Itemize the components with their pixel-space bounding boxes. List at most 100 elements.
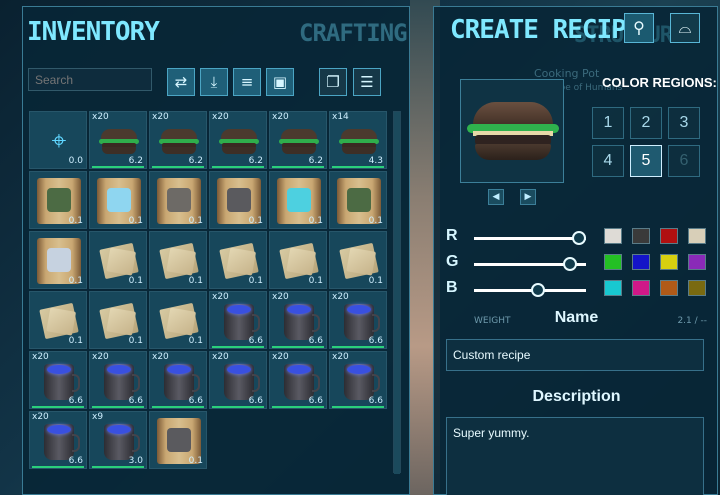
inventory-slot[interactable]: 0.1: [269, 231, 327, 289]
inventory-slot[interactable]: x20 6.6: [29, 351, 87, 409]
color-swatch[interactable]: [660, 254, 678, 270]
preview-next-button[interactable]: ▶: [520, 189, 536, 205]
new-folder-button[interactable]: ▣: [266, 68, 294, 96]
note-icon: [159, 242, 199, 280]
folder-icon: ▣: [272, 73, 288, 91]
drop-icon: ⤓: [210, 73, 218, 91]
inventory-slot[interactable]: x20 6.6: [329, 351, 387, 409]
inventory-slot[interactable]: 0.1: [149, 171, 207, 229]
inventory-slot[interactable]: 0.1: [89, 171, 147, 229]
color-swatch[interactable]: [604, 280, 622, 296]
item-weight: 0.1: [368, 216, 383, 226]
slider-label-b: B: [446, 279, 458, 296]
inventory-slot[interactable]: 0.1: [89, 231, 147, 289]
tab-crafting[interactable]: CRAFTING: [299, 19, 408, 47]
inventory-slot[interactable]: x20 6.6: [89, 351, 147, 409]
color-swatch[interactable]: [688, 254, 706, 270]
slider-handle[interactable]: [530, 283, 545, 297]
search-input[interactable]: [28, 68, 152, 91]
transfer-icon: ⇄: [174, 73, 188, 91]
inventory-slot[interactable]: x20 6.6: [209, 291, 267, 349]
inventory-slot[interactable]: x20 6.6: [149, 351, 207, 409]
stack-view-button[interactable]: ❐: [319, 68, 347, 96]
item-quantity: x20: [212, 292, 229, 302]
recipe-description-input[interactable]: Super yummy.: [446, 417, 704, 495]
color-swatch[interactable]: [604, 254, 622, 270]
item-weight: 0.1: [188, 456, 203, 466]
slider-b[interactable]: [474, 283, 586, 297]
drink-recipe-button[interactable]: ⌓: [670, 13, 700, 43]
color-region-button[interactable]: 5: [630, 145, 662, 177]
color-region-button[interactable]: 3: [668, 107, 700, 139]
item-weight: 0.1: [68, 336, 83, 346]
inventory-slot[interactable]: ⌖ 0.0: [29, 111, 87, 169]
cup-icon: [224, 304, 260, 340]
preview-prev-button[interactable]: ◀: [488, 189, 504, 205]
color-swatch[interactable]: [660, 228, 678, 244]
inventory-slot[interactable]: 0.1: [29, 171, 87, 229]
item-durability-bar: [152, 406, 204, 408]
item-quantity: x20: [92, 352, 109, 362]
color-swatch[interactable]: [688, 228, 706, 244]
color-swatch[interactable]: [688, 280, 706, 296]
cup-icon: [44, 424, 80, 460]
note-icon: [99, 242, 139, 280]
inventory-slot[interactable]: 0.1: [29, 231, 87, 289]
color-region-button[interactable]: 4: [592, 145, 624, 177]
inventory-slot[interactable]: x20 6.2: [89, 111, 147, 169]
slider-r[interactable]: [474, 231, 587, 245]
inventory-slot[interactable]: x20 6.2: [149, 111, 207, 169]
inventory-slot[interactable]: x20 6.2: [209, 111, 267, 169]
inventory-slot[interactable]: x9 3.0: [89, 411, 147, 469]
recipe-name-input[interactable]: Custom recipe: [446, 339, 704, 371]
burger-icon: [339, 129, 379, 155]
color-swatch[interactable]: [632, 228, 650, 244]
inventory-slot[interactable]: 0.1: [209, 171, 267, 229]
inventory-slot[interactable]: 0.1: [149, 231, 207, 289]
item-quantity: x20: [32, 352, 49, 362]
item-weight: 0.1: [68, 276, 83, 286]
inventory-scrollbar[interactable]: [393, 111, 401, 474]
item-weight: 6.6: [128, 396, 143, 406]
inventory-slot[interactable]: 0.1: [149, 411, 207, 469]
color-region-button[interactable]: 1: [592, 107, 624, 139]
inventory-slot[interactable]: x20 6.6: [269, 291, 327, 349]
sort-button[interactable]: ≡: [233, 68, 261, 96]
inventory-slot[interactable]: 0.1: [29, 291, 87, 349]
slider-handle[interactable]: [563, 257, 578, 271]
cup-icon: [44, 364, 80, 400]
cup-icon: ⌓: [678, 18, 692, 37]
inventory-slot[interactable]: 0.1: [329, 171, 387, 229]
inventory-slot[interactable]: 0.1: [269, 171, 327, 229]
inventory-slot[interactable]: x20 6.6: [29, 411, 87, 469]
color-region-button[interactable]: 6: [668, 145, 700, 177]
color-region-button[interactable]: 2: [630, 107, 662, 139]
inventory-slot[interactable]: x20 6.6: [269, 351, 327, 409]
slider-handle[interactable]: [572, 231, 587, 245]
inventory-slot[interactable]: 0.1: [329, 231, 387, 289]
stack-icon: ❐: [326, 73, 340, 91]
scrollbar-thumb[interactable]: [394, 112, 400, 474]
inventory-slot[interactable]: x14 4.3: [329, 111, 387, 169]
inventory-slot[interactable]: x20 6.6: [209, 351, 267, 409]
color-swatch[interactable]: [604, 228, 622, 244]
list-view-button[interactable]: ☰: [353, 68, 381, 96]
item-weight: 4.3: [368, 156, 383, 166]
inventory-slot[interactable]: 0.1: [149, 291, 207, 349]
item-weight: 0.0: [68, 156, 83, 166]
color-swatch[interactable]: [632, 254, 650, 270]
item-durability-bar: [332, 406, 384, 408]
inventory-slot[interactable]: 0.1: [209, 231, 267, 289]
drop-button[interactable]: ⤓: [200, 68, 228, 96]
slider-g[interactable]: [474, 257, 586, 271]
food-recipe-button[interactable]: ⚲: [624, 13, 654, 43]
color-swatch[interactable]: [632, 280, 650, 296]
inventory-slot[interactable]: x20 6.6: [329, 291, 387, 349]
inventory-slot[interactable]: 0.1: [89, 291, 147, 349]
transfer-all-button[interactable]: ⇄: [167, 68, 195, 96]
name-heading: Name: [554, 309, 599, 326]
inventory-slot[interactable]: x20 6.2: [269, 111, 327, 169]
drumstick-icon: ⚲: [633, 18, 645, 37]
cup-icon: [104, 364, 140, 400]
color-swatch[interactable]: [660, 280, 678, 296]
